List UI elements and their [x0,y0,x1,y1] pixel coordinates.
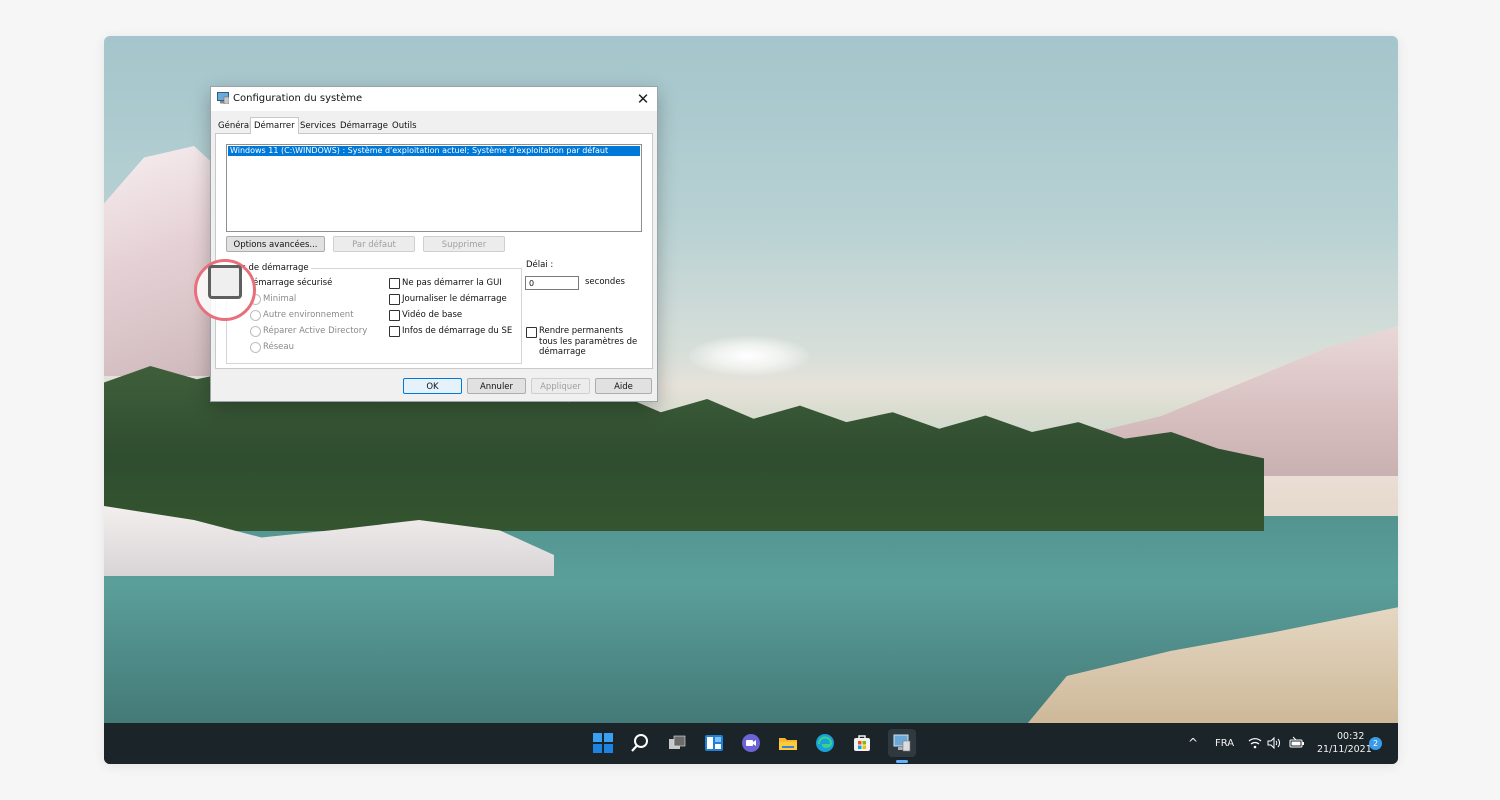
base-video-checkbox[interactable] [389,310,400,321]
battery-icon[interactable] [1289,735,1305,754]
ok-button[interactable]: OK [403,378,462,394]
search-icon[interactable] [629,732,651,754]
clock-date[interactable]: 21/11/2021 [1317,744,1372,755]
msconfig-icon [217,92,229,104]
base-video-label: Vidéo de base [402,310,463,320]
language-indicator[interactable]: FRA [1215,738,1234,749]
radio-alternate-shell-label: Autre environnement [263,310,354,320]
help-button[interactable]: Aide [595,378,652,394]
os-list-item[interactable]: Windows 11 (C:\WINDOWS) : Système d'expl… [228,146,640,156]
tray-chevron-icon[interactable]: ^ [1188,736,1198,750]
wifi-icon[interactable] [1248,735,1262,754]
radio-alternate-shell[interactable] [250,310,261,321]
radio-ad-repair-label: Réparer Active Directory [263,326,368,336]
widgets-icon[interactable] [703,732,725,754]
os-boot-info-label: Infos de démarrage du SE [402,326,513,336]
timeout-label: Délai : [526,260,554,270]
taskbar: ^ FRA 00:32 21/11/2021 2 [104,723,1398,764]
close-button[interactable]: ✕ [629,87,657,111]
delete-button[interactable]: Supprimer [423,236,505,252]
no-gui-checkbox[interactable] [389,278,400,289]
radio-network[interactable] [250,342,261,353]
make-permanent-checkbox[interactable] [526,327,537,338]
task-view-icon[interactable] [666,732,688,754]
tab-general[interactable]: Général [215,119,255,133]
timeout-unit: secondes [585,277,625,287]
dialog-title: Configuration du système [233,93,363,104]
desktop-screen: Configuration du système ✕ Général Démar… [104,36,1398,764]
boot-log-checkbox[interactable] [389,294,400,305]
edge-browser-icon[interactable] [814,732,836,754]
sun-glow [689,336,809,376]
boot-panel: Windows 11 (C:\WINDOWS) : Système d'expl… [215,133,653,369]
msconfig-app-icon[interactable] [888,729,916,757]
boot-log-label: Journaliser le démarrage [402,294,507,304]
make-permanent-label: Rendre permanents tous les paramètres de… [539,326,638,357]
safe-boot-label: émarrage sécurisé [253,278,333,288]
safe-boot-checkbox[interactable] [208,265,242,299]
os-list[interactable]: Windows 11 (C:\WINDOWS) : Système d'expl… [226,144,642,232]
os-boot-info-checkbox[interactable] [389,326,400,337]
radio-minimal-label: Minimal [263,294,297,304]
notification-badge[interactable]: 2 [1369,737,1382,750]
apply-button[interactable]: Appliquer [531,378,590,394]
file-explorer-icon[interactable] [777,732,799,754]
clock-time[interactable]: 00:32 [1337,731,1364,742]
advanced-options-button[interactable]: Options avancées... [226,236,325,252]
system-config-dialog: Configuration du système ✕ Général Démar… [210,86,658,402]
grass-right [1025,607,1398,726]
cancel-button[interactable]: Annuler [467,378,526,394]
teams-chat-icon[interactable] [740,732,762,754]
store-icon[interactable] [851,732,873,754]
active-app-indicator [896,760,908,763]
tab-startup[interactable]: Démarrage [337,119,391,133]
tab-boot[interactable]: Démarrer [250,117,299,134]
tab-services[interactable]: Services [297,119,339,133]
tab-tools[interactable]: Outils [389,119,420,133]
volume-icon[interactable] [1267,735,1281,754]
no-gui-label: Ne pas démarrer la GUI [402,278,502,288]
windows-start-icon[interactable] [592,732,614,754]
radio-ad-repair[interactable] [250,326,261,337]
radio-network-label: Réseau [263,342,295,352]
set-default-button[interactable]: Par défaut [333,236,415,252]
title-bar[interactable]: Configuration du système ✕ [211,87,657,111]
timeout-input[interactable]: 0 [525,276,579,290]
